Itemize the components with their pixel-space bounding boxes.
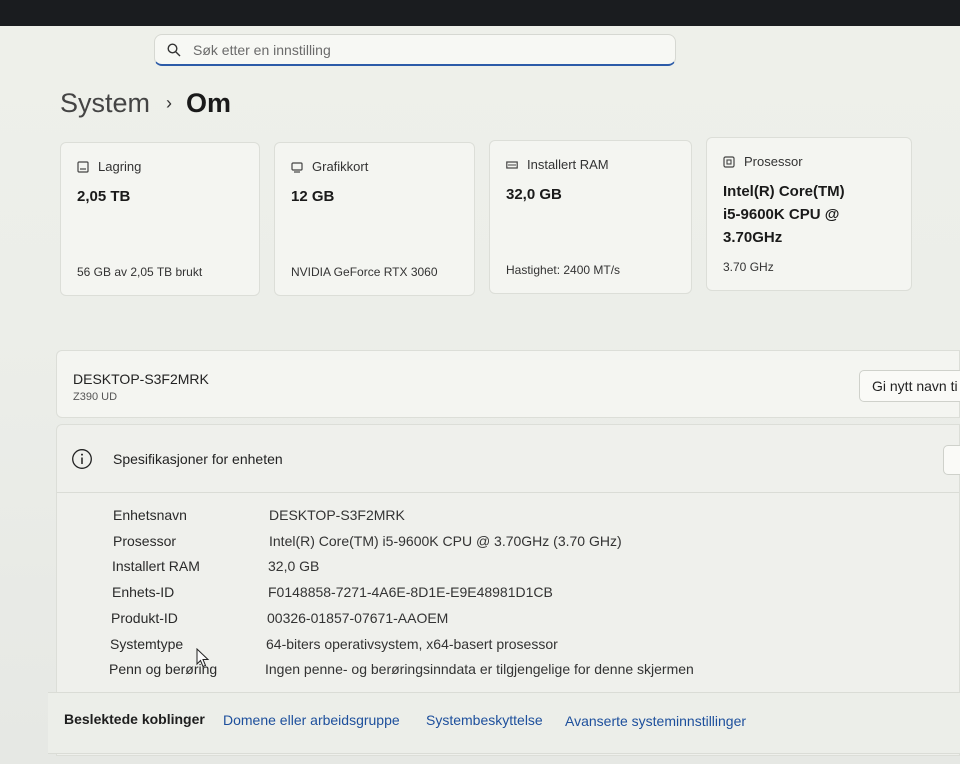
- card-value: 32,0 GB: [506, 186, 562, 203]
- card-value: 12 GB: [291, 188, 335, 205]
- spec-row: Enhets-ID F0148858-7271-4A6E-8D1E-E9E489…: [112, 584, 553, 600]
- spec-label: Enhets-ID: [112, 584, 175, 600]
- card-title: Grafikkort: [312, 159, 369, 174]
- ram-icon: [506, 160, 518, 169]
- specs-title: Spesifikasjoner for enheten: [113, 450, 283, 467]
- related-links-bar: Beslektede koblinger Domene eller arbeid…: [48, 692, 960, 754]
- spec-row: Systemtype 64-biters operativsystem, x64…: [110, 636, 558, 652]
- card-title: Installert RAM: [527, 157, 609, 172]
- card-processor[interactable]: Prosessor Intel(R) Core(TM) i5-9600K CPU…: [706, 137, 912, 291]
- spec-label: Systemtype: [110, 636, 184, 652]
- spec-row: Enhetsnavn DESKTOP-S3F2MRK: [113, 507, 405, 523]
- breadcrumb-system[interactable]: System: [60, 88, 150, 119]
- storage-icon: [77, 160, 89, 173]
- spec-label: Installert RAM: [112, 558, 200, 574]
- processor-icon: [723, 155, 735, 168]
- spec-row: Installert RAM 32,0 GB: [112, 558, 319, 574]
- spec-value: DESKTOP-S3F2MRK: [269, 507, 405, 523]
- card-subtext: 3.70 GHz: [723, 260, 774, 274]
- card-value: Intel(R) Core(TM) i5-9600K CPU @ 3.70GHz: [723, 180, 845, 249]
- rename-pc-button[interactable]: Gi nytt navn ti: [859, 370, 960, 402]
- chevron-right-icon: ›: [166, 93, 173, 113]
- card-subtext: NVIDIA GeForce RTX 3060: [291, 265, 438, 279]
- spec-value: 32,0 GB: [268, 558, 320, 574]
- spec-value: F0148858-7271-4A6E-8D1E-E9E48981D1CB: [268, 584, 553, 600]
- search-icon: [167, 42, 181, 56]
- card-subtext: 56 GB av 2,05 TB brukt: [77, 265, 203, 279]
- spec-row: Prosessor Intel(R) Core(TM) i5-9600K CPU…: [113, 533, 622, 549]
- copy-button[interactable]: [943, 445, 960, 475]
- spec-value: 64-biters operativsystem, x64-basert pro…: [266, 636, 558, 652]
- spec-label: Prosessor: [113, 533, 177, 549]
- spec-label: Produkt-ID: [111, 610, 178, 626]
- settings-window: System › Om Lagring 2,05 TB 56 GB av 2,0…: [0, 26, 960, 764]
- spec-value: Intel(R) Core(TM) i5-9600K CPU @ 3.70GHz…: [269, 533, 622, 549]
- card-ram[interactable]: Installert RAM 32,0 GB Hastighet: 2400 M…: [489, 140, 692, 294]
- device-name-panel: DESKTOP-S3F2MRK Z390 UD Gi nytt navn ti: [56, 350, 960, 418]
- link-system-protection[interactable]: Systembeskyttelse: [426, 712, 543, 728]
- graphics-card-icon: [291, 161, 303, 173]
- card-value: 2,05 TB: [77, 188, 131, 205]
- card-value-line: 3.70GHz: [723, 229, 783, 246]
- spec-value: Ingen penne- og berøringsinndata er tilg…: [265, 661, 694, 677]
- search-input[interactable]: [193, 41, 633, 58]
- spec-row: Produkt-ID 00326-01857-07671-AAOEM: [111, 610, 448, 626]
- info-icon: [72, 448, 92, 469]
- breadcrumb: System › Om: [60, 88, 231, 119]
- card-subtext: Hastighet: 2400 MT/s: [506, 263, 621, 277]
- mouse-pointer-icon: [196, 648, 210, 668]
- spec-value: 00326-01857-07671-AAOEM: [267, 610, 449, 626]
- link-domain-workgroup[interactable]: Domene eller arbeidsgruppe: [223, 712, 400, 728]
- card-title: Lagring: [98, 159, 142, 174]
- device-model: Z390 UD: [73, 391, 118, 403]
- device-name: DESKTOP-S3F2MRK: [73, 371, 209, 387]
- card-value-line: Intel(R) Core(TM): [723, 183, 845, 200]
- card-value-line: i5-9600K CPU @: [723, 206, 840, 223]
- specs-header[interactable]: Spesifikasjoner for enheten: [57, 425, 960, 493]
- search-box[interactable]: [154, 34, 676, 66]
- related-links-heading: Beslektede koblinger: [64, 711, 205, 727]
- card-graphics[interactable]: Grafikkort 12 GB NVIDIA GeForce RTX 3060: [274, 142, 475, 296]
- spec-label: Penn og berøring: [109, 661, 218, 677]
- page-title: Om: [186, 88, 232, 118]
- spec-label: Enhetsnavn: [113, 507, 187, 523]
- card-storage[interactable]: Lagring 2,05 TB 56 GB av 2,05 TB brukt: [60, 142, 260, 296]
- link-advanced-system-settings[interactable]: Avanserte systeminnstillinger: [565, 713, 746, 729]
- card-title: Prosessor: [744, 154, 803, 169]
